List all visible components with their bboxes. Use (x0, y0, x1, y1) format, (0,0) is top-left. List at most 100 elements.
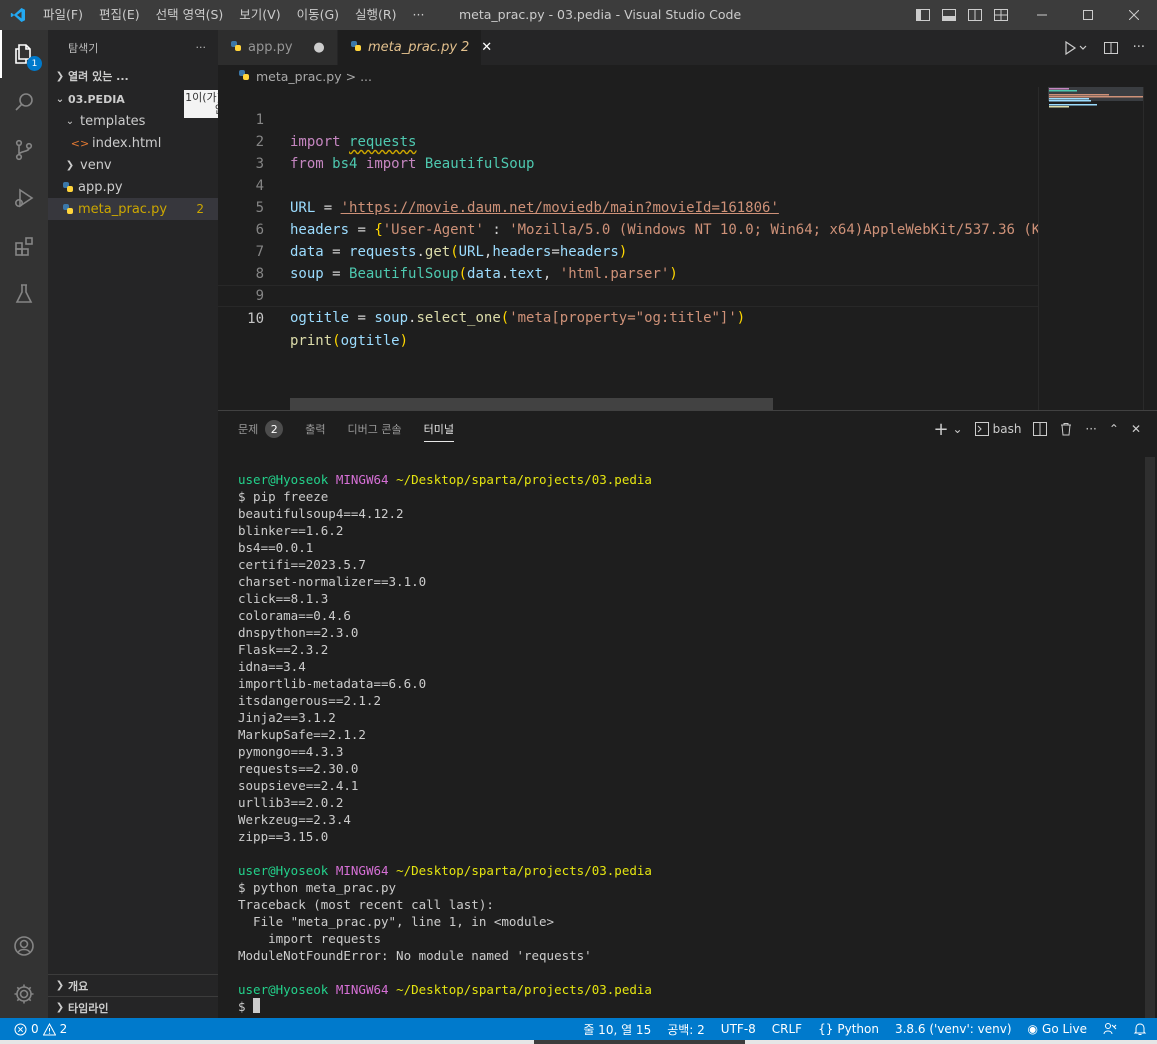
trash-icon[interactable] (1059, 422, 1073, 436)
python-file-icon (230, 40, 242, 56)
terminal-prompt-line: user@Hyoseok MINGW64 ~/Desktop/sparta/pr… (238, 863, 652, 878)
title-bar: 파일(F) 편집(E) 선택 영역(S) 보기(V) 이동(G) 실행(R) ·… (0, 0, 1157, 30)
encoding[interactable]: UTF-8 (721, 1022, 756, 1036)
timeline-section[interactable]: ❯ 타임라인 (48, 996, 218, 1018)
error-count: 0 (31, 1022, 39, 1036)
outline-section[interactable]: ❯ 개요 (48, 974, 218, 996)
window-controls (1019, 0, 1157, 30)
terminal-shell-label[interactable]: bash (993, 422, 1022, 436)
menu-selection[interactable]: 선택 영역(S) (148, 0, 232, 30)
breadcrumb-symbol[interactable]: ... (360, 69, 372, 84)
language-mode[interactable]: {} Python (818, 1022, 879, 1036)
bottom-panel: 문제 2 출력 디버그 콘솔 터미널 + ⌄ bash ··· ⌃ ✕ user… (218, 410, 1157, 1019)
toggle-secondary-sidebar-icon[interactable] (967, 7, 983, 23)
editor-horizontal-scrollbar[interactable] (290, 398, 773, 410)
python-file-icon (238, 69, 250, 84)
indentation[interactable]: 공백: 2 (667, 1021, 705, 1038)
tab-problems[interactable]: 문제 2 (238, 411, 284, 447)
chevron-down-icon: ⌄ (65, 115, 75, 127)
split-editor-icon[interactable] (1103, 40, 1119, 56)
menu-more[interactable]: ··· (405, 0, 433, 30)
tree-item-venv[interactable]: ❯ venv (48, 154, 218, 176)
explorer-badge: 1 (27, 56, 42, 71)
testing-icon[interactable] (0, 270, 48, 318)
chevron-right-icon: ❯ (55, 1002, 65, 1013)
window-title: meta_prac.py - 03.pedia - Visual Studio … (459, 7, 742, 22)
notifications-bell-icon[interactable] (1133, 1022, 1147, 1036)
tab-label: app.py (248, 40, 293, 55)
maximize-panel-icon[interactable]: ⌃ (1109, 422, 1119, 436)
terminal-line: itsdangerous==2.1.2 (238, 693, 381, 708)
terminal-input-line[interactable]: $ (238, 998, 1138, 1015)
toggle-panel-icon[interactable] (941, 7, 957, 23)
manage-gear-icon[interactable] (0, 970, 48, 1018)
terminal-line: urllib3==2.0.2 (238, 795, 344, 810)
open-editors-section[interactable]: ❯ 열려 있는 ... (48, 65, 218, 87)
code-line: 4 URL = 'https://movie.daum.net/moviedb/… (218, 153, 1038, 216)
customize-layout-icon[interactable] (993, 7, 1009, 23)
code-line: 6 data = requests.get(URL,headers=header… (218, 197, 1038, 260)
maximize-icon[interactable] (1065, 0, 1111, 30)
run-debug-icon[interactable] (0, 174, 48, 222)
source-control-icon[interactable] (0, 126, 48, 174)
outline-label: 개요 (68, 979, 89, 993)
unsaved-dot-icon[interactable]: ● (311, 40, 327, 55)
line-number: 10 (247, 311, 264, 327)
chevron-right-icon: ❯ (65, 159, 75, 171)
minimap[interactable] (1038, 87, 1144, 410)
close-window-icon[interactable] (1111, 0, 1157, 30)
end-of-line[interactable]: CRLF (772, 1022, 802, 1036)
explorer-icon[interactable]: 1 (0, 30, 48, 78)
terminal-output[interactable]: user@Hyoseok MINGW64 ~/Desktop/sparta/pr… (238, 471, 1138, 1019)
terminal-scrollbar[interactable] (1143, 457, 1157, 1019)
code-editor[interactable]: 1 import requests 2 from bs4 import Beau… (218, 87, 1038, 410)
problems-status[interactable]: 0 2 (0, 1022, 67, 1036)
tab-problem-count: 2 (461, 40, 470, 55)
feedback-icon[interactable] (1103, 1022, 1117, 1036)
python-interpreter[interactable]: 3.8.6 ('venv': venv) (895, 1022, 1012, 1036)
menu-run[interactable]: 실행(R) (347, 0, 404, 30)
accounts-icon[interactable] (0, 922, 48, 970)
editor-vertical-scrollbar[interactable] (1143, 87, 1157, 410)
tab-terminal[interactable]: 터미널 (423, 411, 455, 447)
explorer-sidebar: 탐색기 ··· ❯ 열려 있는 ... ⌄ 03.PEDIA ⌄ templat… (48, 30, 266, 1018)
terminal-line: MarkupSafe==2.1.2 (238, 727, 366, 742)
terminal-line: import requests (238, 931, 381, 946)
sidebar-title: 탐색기 (68, 41, 99, 55)
tab-output[interactable]: 출력 (305, 411, 325, 447)
chevron-down-icon[interactable]: ⌄ (953, 422, 963, 436)
search-icon[interactable] (0, 78, 48, 126)
extensions-icon[interactable] (0, 222, 48, 270)
menu-view[interactable]: 보기(V) (231, 0, 288, 30)
menu-go[interactable]: 이동(G) (289, 0, 347, 30)
code-line-current: 10 print(ogtitle) (218, 285, 1038, 349)
tree-item-index-html[interactable]: <> index.html (48, 132, 218, 154)
new-terminal-icon[interactable]: + (933, 419, 948, 440)
toggle-sidebar-icon[interactable] (915, 7, 931, 23)
go-live-button[interactable]: ◉ Go Live (1028, 1022, 1087, 1036)
close-tab-icon[interactable]: ✕ (481, 40, 492, 55)
tab-app-py[interactable]: app.py ● (218, 30, 338, 65)
terminal-line: File "meta_prac.py", line 1, in <module> (238, 914, 555, 929)
menu-file[interactable]: 파일(F) (35, 0, 91, 30)
braces-icon: {} (818, 1022, 834, 1036)
tree-item-app-py[interactable]: app.py (48, 176, 218, 198)
terminal-line: bs4==0.0.1 (238, 540, 314, 555)
menu-edit[interactable]: 편집(E) (91, 0, 148, 30)
chevron-right-icon: ❯ (55, 980, 65, 991)
minimize-icon[interactable] (1019, 0, 1065, 30)
menu-bar: 파일(F) 편집(E) 선택 영역(S) 보기(V) 이동(G) 실행(R) ·… (35, 0, 432, 30)
terminal-line: Flask==2.3.2 (238, 642, 329, 657)
close-panel-icon[interactable]: ✕ (1131, 422, 1141, 436)
tree-item-meta-prac-py[interactable]: meta_prac.py 2 (48, 198, 218, 220)
more-actions-icon[interactable]: ··· (1085, 422, 1096, 436)
problem-count-badge: 2 (196, 202, 204, 216)
tab-meta-prac-py[interactable]: meta_prac.py 2 ✕ (338, 30, 492, 65)
sidebar-more-icon[interactable]: ··· (196, 41, 207, 54)
more-actions-icon[interactable]: ··· (1133, 40, 1145, 55)
run-file-icon[interactable] (1063, 40, 1089, 56)
cursor-position[interactable]: 줄 10, 열 15 (583, 1021, 651, 1038)
split-terminal-icon[interactable] (1033, 422, 1048, 436)
tab-debug-console[interactable]: 디버그 콘솔 (348, 411, 402, 447)
breadcrumb-file[interactable]: meta_prac.py (256, 69, 342, 84)
